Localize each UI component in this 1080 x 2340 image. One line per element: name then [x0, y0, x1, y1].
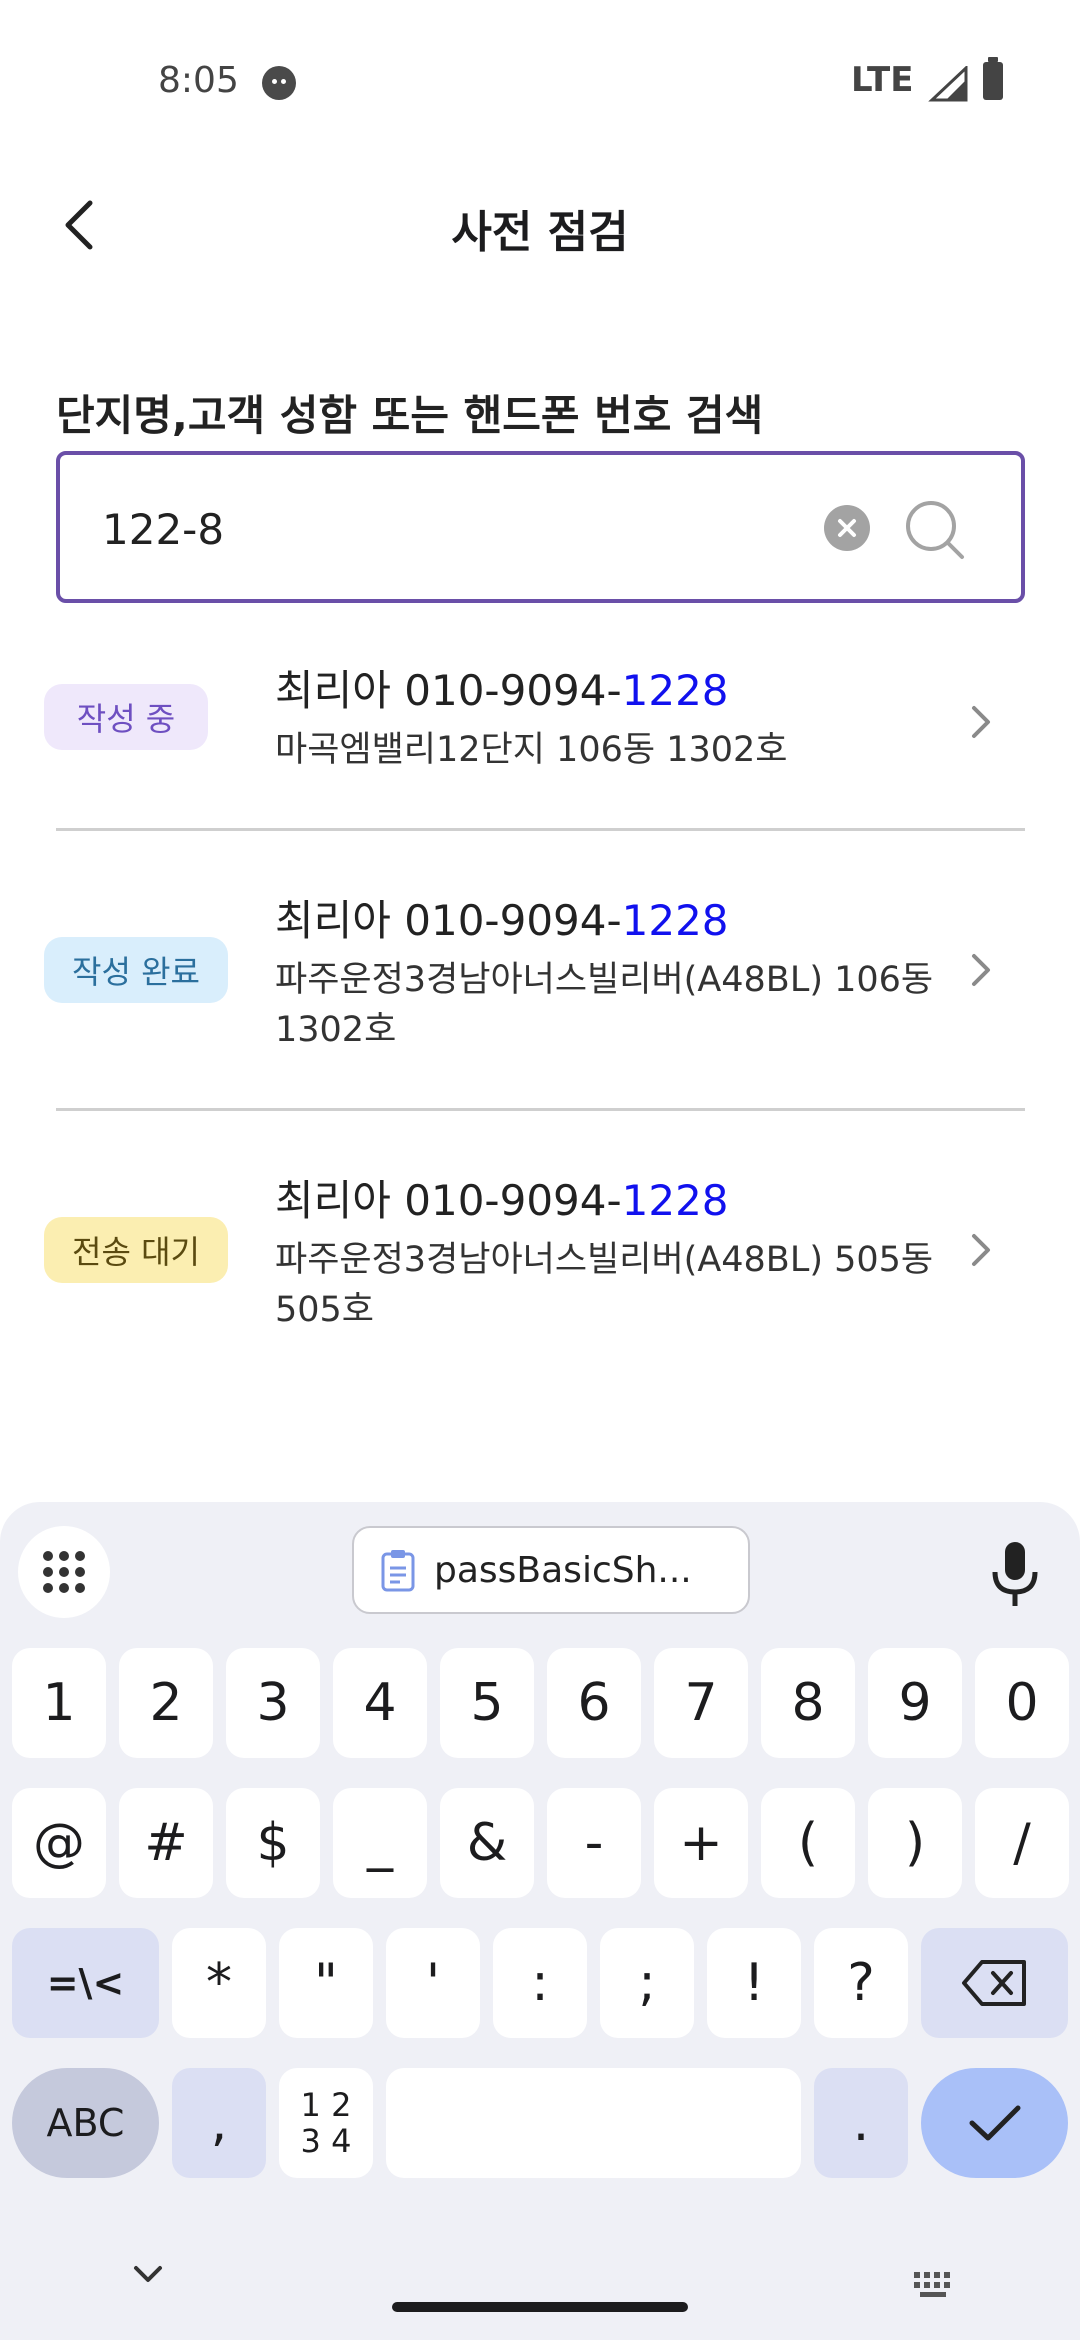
search-label: 단지명,고객 성함 또는 핸드폰 번호 검색 — [56, 391, 764, 440]
enter-key[interactable] — [921, 2068, 1068, 2178]
key[interactable]: 1 — [12, 1648, 106, 1758]
key[interactable]: ? — [814, 1928, 908, 2038]
result-address: 파주운정3경남아너스빌리버(A48BL) 106동 1302호 — [275, 960, 934, 1050]
key[interactable]: * — [172, 1928, 266, 2038]
phone-match-highlight: 1228 — [621, 896, 729, 945]
hide-keyboard-chevron-down-icon[interactable] — [130, 2262, 166, 2286]
abc-key[interactable]: ABC — [12, 2068, 159, 2178]
status-badge: 작성 중 — [44, 684, 208, 750]
microphone-icon[interactable] — [985, 1538, 1045, 1610]
key[interactable]: 4 — [333, 1648, 427, 1758]
key[interactable]: / — [975, 1788, 1069, 1898]
key[interactable]: ! — [707, 1928, 801, 2038]
keyboard-menu-button[interactable] — [18, 1526, 110, 1618]
key[interactable]: # — [119, 1788, 213, 1898]
symbols-page-key[interactable]: =\< — [12, 1928, 159, 2038]
keyboard-switch-icon[interactable] — [912, 2270, 956, 2300]
key[interactable]: 7 — [654, 1648, 748, 1758]
result-row[interactable]: 작성 완료 최리아 010-9094-1228 파주운정3경남아너스빌리버(A4… — [0, 831, 1080, 1109]
name-phone-prefix: 최리아 010-9094- — [275, 666, 622, 715]
checkmark-icon — [969, 2105, 1020, 2141]
status-time: 8:05 — [158, 60, 239, 101]
numpad-key[interactable]: 1 2 3 4 — [279, 2068, 373, 2178]
result-row[interactable]: 작성 중 최리아 010-9094-1228 마곡엠밸리12단지 106동 13… — [0, 622, 1080, 828]
status-badge: 전송 대기 — [44, 1217, 228, 1283]
key[interactable]: ( — [761, 1788, 855, 1898]
key[interactable]: _ — [333, 1788, 427, 1898]
comma-key[interactable]: , — [172, 2068, 266, 2178]
home-indicator[interactable] — [392, 2302, 688, 2312]
clipboard-suggestion-text: passBasicSh... — [434, 1549, 692, 1591]
page-title: 사전 점검 — [451, 207, 629, 258]
key[interactable]: $ — [226, 1788, 320, 1898]
search-box — [56, 451, 1025, 603]
key[interactable]: 9 — [868, 1648, 962, 1758]
name-phone-prefix: 최리아 010-9094- — [275, 1176, 622, 1225]
key[interactable]: @ — [12, 1788, 106, 1898]
key[interactable]: : — [493, 1928, 587, 2038]
numpad-key-top: 1 2 — [300, 2086, 352, 2124]
soft-keyboard: passBasicSh... 1 2 3 4 5 6 7 8 9 0 @ # $… — [0, 1502, 1080, 2340]
period-key[interactable]: . — [814, 2068, 908, 2178]
result-name-phone: 최리아 010-9094-1228 — [275, 887, 729, 948]
key[interactable]: " — [279, 1928, 373, 2038]
signal-icon — [928, 66, 968, 102]
key[interactable]: 5 — [440, 1648, 534, 1758]
key[interactable]: 0 — [975, 1648, 1069, 1758]
result-row[interactable]: 전송 대기 최리아 010-9094-1228 파주운정3경남아너스빌리버(A4… — [0, 1111, 1080, 1391]
clear-search-button[interactable] — [824, 505, 870, 551]
key[interactable]: ' — [386, 1928, 480, 2038]
result-address: 파주운정3경남아너스빌리버(A48BL) 505동 505호 — [275, 1240, 934, 1330]
key[interactable]: 2 — [119, 1648, 213, 1758]
name-phone-prefix: 최리아 010-9094- — [275, 896, 622, 945]
network-type: LTE — [851, 60, 914, 100]
clipboard-icon — [381, 1550, 415, 1592]
key[interactable]: ; — [600, 1928, 694, 2038]
key[interactable]: 3 — [226, 1648, 320, 1758]
status-badge: 작성 완료 — [44, 937, 228, 1003]
numpad-key-bottom: 3 4 — [300, 2122, 352, 2160]
result-name-phone: 최리아 010-9094-1228 — [275, 657, 729, 718]
notification-face-icon — [262, 66, 296, 100]
chevron-right-icon — [972, 706, 990, 738]
backspace-icon — [961, 1960, 1026, 2006]
close-icon — [838, 519, 856, 537]
key[interactable]: & — [440, 1788, 534, 1898]
key[interactable]: - — [547, 1788, 641, 1898]
chevron-right-icon — [972, 1234, 990, 1266]
key[interactable]: 8 — [761, 1648, 855, 1758]
phone-match-highlight: 1228 — [621, 1176, 729, 1225]
result-name-phone: 최리아 010-9094-1228 — [275, 1167, 729, 1228]
backspace-key[interactable] — [921, 1928, 1068, 2038]
key[interactable]: ) — [868, 1788, 962, 1898]
key[interactable]: 6 — [547, 1648, 641, 1758]
search-input[interactable] — [102, 505, 702, 554]
search-icon[interactable] — [900, 495, 970, 565]
clipboard-suggestion-chip[interactable]: passBasicSh... — [352, 1526, 750, 1614]
chevron-right-icon — [972, 954, 990, 986]
battery-icon — [983, 57, 1003, 100]
grid-icon — [43, 1551, 85, 1593]
phone-match-highlight: 1228 — [621, 666, 729, 715]
status-bar: 8:05 LTE — [0, 0, 1080, 165]
space-key[interactable] — [386, 2068, 801, 2178]
key[interactable]: + — [654, 1788, 748, 1898]
result-address: 마곡엠밸리12단지 106동 1302호 — [275, 730, 788, 770]
